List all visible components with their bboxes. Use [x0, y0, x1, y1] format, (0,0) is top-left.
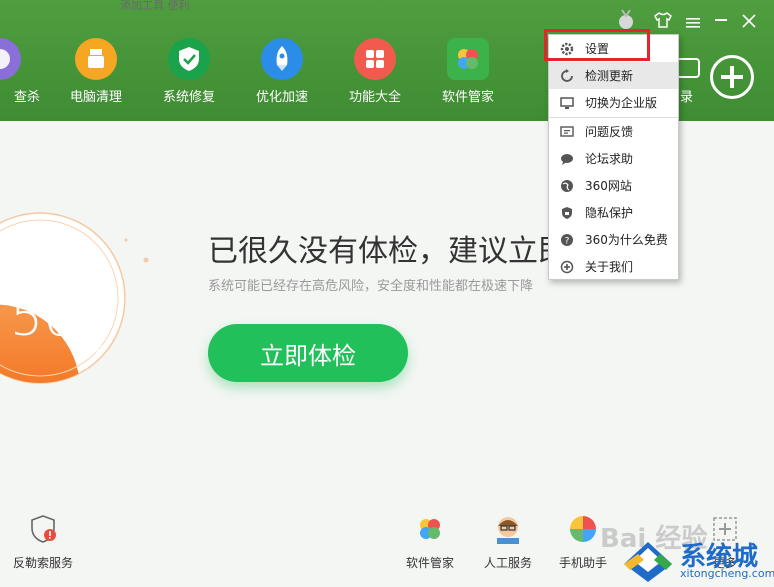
add-button[interactable]: [710, 55, 754, 99]
menu-item-feedback[interactable]: 问题反馈: [549, 118, 678, 145]
toolbar-item-software[interactable]: 软件管家: [428, 38, 508, 105]
menu-item-label: 关于我们: [585, 260, 634, 274]
bottom-item-support[interactable]: 人工服务: [478, 514, 538, 571]
menu-item-label: 隐私保护: [585, 206, 634, 220]
menu-item-label: 论坛求助: [585, 152, 634, 166]
info-icon: [559, 259, 575, 275]
menu-hamburger-icon[interactable]: [686, 14, 700, 28]
bottom-item-label: 软件管家: [405, 556, 454, 570]
software-manager-icon: [447, 38, 489, 80]
window-title-fragment: 添加工具 便利: [120, 0, 190, 12]
minimize-icon[interactable]: [715, 19, 727, 21]
privacy-shield-icon: [559, 205, 575, 221]
software-manager-icon: [420, 519, 440, 539]
rocket-icon: [261, 38, 303, 80]
question-icon: ?: [559, 232, 575, 248]
toolbar-item-cleanup[interactable]: 电脑清理: [56, 38, 136, 105]
toolbar-item-label: 软件管家: [441, 90, 494, 105]
scan-now-button[interactable]: 立即体检: [208, 324, 408, 382]
refresh-icon: [559, 68, 575, 84]
menu-item-check-update[interactable]: 检测更新: [549, 62, 678, 89]
svg-text:?: ?: [565, 236, 570, 246]
bottom-item-label: 人工服务: [483, 556, 532, 570]
login-label[interactable]: 录: [680, 86, 693, 105]
menu-item-label: 问题反馈: [585, 125, 634, 139]
shield-warning-icon: [31, 515, 56, 543]
menu-item-forum[interactable]: 论坛求助: [549, 145, 678, 172]
toolbar-item-label: 功能大全: [348, 90, 401, 105]
highlight-box: [544, 29, 650, 61]
skin-shirt-icon[interactable]: [654, 12, 672, 28]
xitongcheng-logo-icon: [624, 542, 672, 582]
monitor-icon: [559, 95, 575, 111]
health-score-value: 50: [10, 288, 77, 348]
menu-item-privacy[interactable]: 隐私保护: [549, 199, 678, 226]
toolbar-item-scan[interactable]: 查杀: [0, 38, 40, 105]
toolbar-item-repair[interactable]: 系统修复: [149, 38, 229, 105]
shield-scan-icon: [0, 38, 21, 80]
health-score-unit: 分: [92, 344, 106, 359]
bottom-item-label: 反勒索服务: [12, 556, 73, 570]
bottom-item-label: 手机助手: [558, 556, 607, 570]
menu-item-label: 360为什么免费: [585, 233, 668, 247]
toolbar-item-label: 查杀: [13, 90, 40, 105]
close-icon[interactable]: [742, 13, 756, 28]
login-box-icon[interactable]: [676, 58, 700, 78]
support-agent-icon: [497, 517, 519, 544]
broom-icon: [75, 38, 117, 80]
page-headline: 已很久没有体检，建议立即: [208, 234, 568, 269]
toolbar-item-label: 电脑清理: [69, 90, 122, 105]
bottom-item-software[interactable]: 软件管家: [400, 514, 460, 571]
feedback-icon: [559, 124, 575, 140]
page-subline: 系统可能已经存在高危风险，安全度和性能都在极速下降: [208, 279, 534, 294]
menu-item-label: 切换为企业版: [585, 96, 658, 110]
settings-dropdown-menu: 设置 检测更新 切换为企业版 问题反馈 论坛求助 360网站 隐私保护 ? 36…: [548, 34, 679, 280]
site-watermark-url: xitongcheng.com: [680, 567, 774, 580]
menu-item-label: 360网站: [585, 179, 632, 193]
toolbar-item-label: 优化加速: [255, 90, 308, 105]
toolbar-item-label: 系统修复: [162, 90, 215, 105]
toolbar-item-speedup[interactable]: 优化加速: [242, 38, 322, 105]
globe-icon: [559, 178, 575, 194]
menu-item-label: 检测更新: [585, 69, 634, 83]
menu-item-enterprise[interactable]: 切换为企业版: [549, 89, 678, 116]
phone-assistant-icon: [570, 516, 596, 542]
menu-item-website[interactable]: 360网站: [549, 172, 678, 199]
grid-apps-icon: [354, 38, 396, 80]
chat-icon: [559, 151, 575, 167]
menu-item-why-free[interactable]: ? 360为什么免费: [549, 226, 678, 253]
toolbar-item-features[interactable]: 功能大全: [335, 38, 415, 105]
shield-check-icon: [168, 38, 210, 80]
anti-ransomware-service[interactable]: 反勒索服务: [8, 514, 78, 571]
menu-item-about[interactable]: 关于我们: [549, 253, 678, 280]
